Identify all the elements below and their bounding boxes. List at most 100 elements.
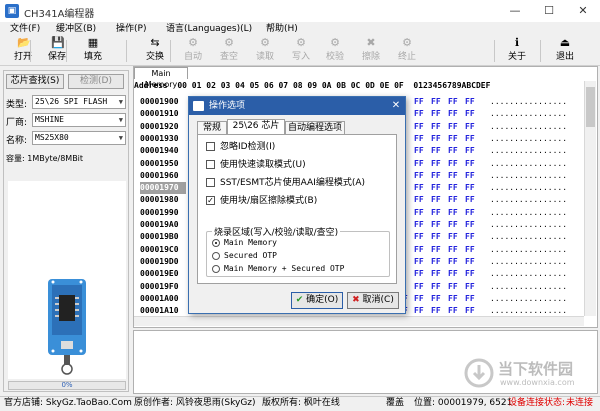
hex-byte[interactable]: FF <box>414 182 424 194</box>
hex-byte[interactable]: FF <box>465 281 475 293</box>
chip-search-button[interactable]: 芯片查找(S) <box>6 74 64 89</box>
hex-byte[interactable]: FF <box>431 194 441 206</box>
toolbar-button-6[interactable]: ⚙ 读取 <box>248 37 282 65</box>
toolbar-button-9[interactable]: ✖ 擦除 <box>354 37 388 65</box>
hex-byte[interactable]: FF <box>414 207 424 219</box>
dialog-close-button[interactable]: ✕ <box>387 97 405 115</box>
hex-byte[interactable]: FF <box>465 268 475 280</box>
hex-byte[interactable]: FF <box>448 281 458 293</box>
hex-byte[interactable]: FF <box>414 219 424 231</box>
toolbar-button-3[interactable]: ⇆ 交换 <box>138 37 172 65</box>
hex-byte[interactable]: FF <box>448 207 458 219</box>
hex-byte[interactable]: FF <box>414 281 424 293</box>
toolbar-button-4[interactable]: ⚙ 自动 <box>176 37 210 65</box>
tab-main-memory[interactable]: Main Memory <box>134 67 188 89</box>
horizontal-scrollbar[interactable] <box>134 316 584 326</box>
close-window-button[interactable]: ✕ <box>566 0 600 22</box>
hex-row-address[interactable]: 00001950 <box>140 158 186 170</box>
hex-byte[interactable]: FF <box>431 207 441 219</box>
hex-byte[interactable]: FF <box>431 121 441 133</box>
hex-byte[interactable]: FF <box>465 108 475 120</box>
type-select[interactable]: 25\26 SPI FLASH ▼ <box>32 95 126 109</box>
tab-general[interactable]: 常规 <box>197 121 227 134</box>
menu-language[interactable]: 语言(Languages)(L) <box>166 22 252 36</box>
hex-row-address[interactable]: 000019C0 <box>140 244 186 256</box>
ok-button[interactable]: ✔ 确定(O) <box>291 292 343 309</box>
menu-help[interactable]: 帮助(H) <box>266 22 298 36</box>
hex-byte[interactable]: FF <box>414 244 424 256</box>
toolbar-button-0[interactable]: 📂 打开 <box>6 37 40 65</box>
hex-byte[interactable]: FF <box>431 219 441 231</box>
hex-row-address[interactable]: 000019D0 <box>140 256 186 268</box>
hex-byte[interactable]: FF <box>448 145 458 157</box>
hex-byte[interactable]: FF <box>431 281 441 293</box>
chip-name-select[interactable]: MS25X80 ▼ <box>32 131 126 145</box>
menu-buffer[interactable]: 缓冲区(B) <box>56 22 96 36</box>
hex-byte[interactable]: FF <box>414 121 424 133</box>
hex-byte[interactable]: FF <box>431 96 441 108</box>
hex-byte[interactable]: FF <box>431 145 441 157</box>
hex-byte[interactable]: FF <box>448 158 458 170</box>
checkbox-checked-icon[interactable]: ✓ <box>206 196 215 205</box>
hex-byte[interactable]: FF <box>414 194 424 206</box>
tab-auto-program[interactable]: 自动编程选项 <box>285 121 345 134</box>
hex-byte[interactable]: FF <box>431 231 441 243</box>
hex-row-address[interactable]: 00001920 <box>140 121 186 133</box>
hex-byte[interactable]: FF <box>465 170 475 182</box>
hex-byte[interactable]: FF <box>465 194 475 206</box>
radio-icon[interactable] <box>212 239 220 247</box>
hex-byte[interactable]: FF <box>465 293 475 305</box>
hex-byte[interactable]: FF <box>465 219 475 231</box>
hex-byte[interactable]: FF <box>465 244 475 256</box>
toolbar-button-7[interactable]: ⚙ 写入 <box>284 37 318 65</box>
hex-byte[interactable]: FF <box>414 256 424 268</box>
maker-select[interactable]: MSHINE ▼ <box>32 113 126 127</box>
hex-byte[interactable]: FF <box>448 170 458 182</box>
hex-byte[interactable]: FF <box>465 231 475 243</box>
hex-row-address[interactable]: 00001910 <box>140 108 186 120</box>
hex-row-address[interactable]: 00001960 <box>140 170 186 182</box>
hex-byte[interactable]: FF <box>414 170 424 182</box>
tab-25-26-chip[interactable]: 25\26 芯片 <box>227 119 285 134</box>
hex-byte[interactable]: FF <box>431 256 441 268</box>
hex-byte[interactable]: FF <box>448 244 458 256</box>
toolbar-button-11[interactable]: ℹ 关于 <box>500 37 534 65</box>
checkbox-icon[interactable] <box>206 142 215 151</box>
hex-byte[interactable]: FF <box>431 170 441 182</box>
hex-row-address[interactable]: 000019A0 <box>140 219 186 231</box>
hex-byte[interactable]: FF <box>448 133 458 145</box>
hex-row-address[interactable]: 00001940 <box>140 145 186 157</box>
hex-byte[interactable]: FF <box>465 158 475 170</box>
menu-operation[interactable]: 操作(P) <box>116 22 146 36</box>
toolbar-button-1[interactable]: 💾 保存 <box>40 37 74 65</box>
toolbar-button-5[interactable]: ⚙ 查空 <box>212 37 246 65</box>
hex-byte[interactable]: FF <box>414 108 424 120</box>
hex-byte[interactable]: FF <box>448 182 458 194</box>
hex-byte[interactable]: FF <box>465 133 475 145</box>
menu-file[interactable]: 文件(F) <box>10 22 40 36</box>
hex-byte[interactable]: FF <box>431 244 441 256</box>
hex-row-address[interactable]: 00001900 <box>140 96 186 108</box>
toolbar-button-8[interactable]: ⚙ 校验 <box>318 37 352 65</box>
detect-button[interactable]: 检测(D) <box>68 74 124 89</box>
hex-row-address[interactable]: 000019F0 <box>140 281 186 293</box>
radio-icon[interactable] <box>212 265 220 273</box>
hex-byte[interactable]: FF <box>465 145 475 157</box>
radio-icon[interactable] <box>212 252 220 260</box>
hex-byte[interactable]: FF <box>465 182 475 194</box>
toolbar-button-12[interactable]: ⏏ 退出 <box>548 37 582 65</box>
minimize-button[interactable]: — <box>498 0 532 22</box>
checkbox-icon[interactable] <box>206 160 215 169</box>
hex-byte[interactable]: FF <box>414 293 424 305</box>
toolbar-button-2[interactable]: ▦ 填充 <box>76 37 110 65</box>
hex-row-address[interactable]: 000019E0 <box>140 268 186 280</box>
hex-row-address[interactable]: 00001A00 <box>140 293 186 305</box>
hex-byte[interactable]: FF <box>465 121 475 133</box>
hex-byte[interactable]: FF <box>414 145 424 157</box>
hex-byte[interactable]: FF <box>431 133 441 145</box>
hex-row-address[interactable]: 000019B0 <box>140 231 186 243</box>
hex-byte[interactable]: FF <box>414 133 424 145</box>
hex-byte[interactable]: FF <box>448 231 458 243</box>
hex-byte[interactable]: FF <box>448 194 458 206</box>
hex-row-address[interactable]: 00001970 <box>140 182 186 195</box>
